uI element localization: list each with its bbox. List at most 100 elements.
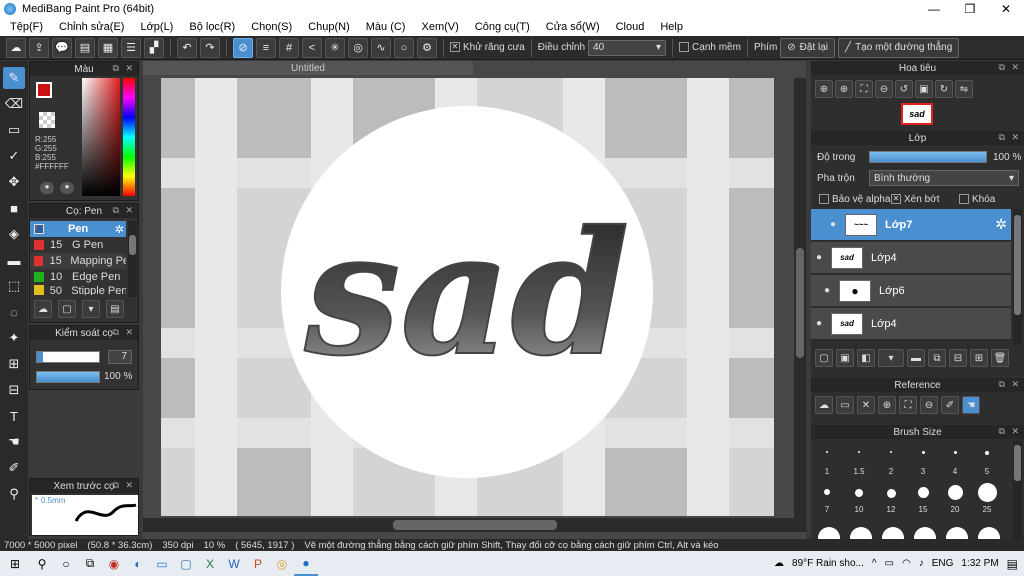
reference-zoom-out-icon[interactable]: ⊖ — [920, 396, 938, 414]
reference-eyedropper-icon[interactable]: ✐ — [941, 396, 959, 414]
eye-icon[interactable]: ● — [819, 285, 835, 296]
folder-icon[interactable]: ▬ — [907, 349, 925, 367]
brush-size-cell[interactable]: 5 — [973, 451, 1001, 476]
snap-settings-icon[interactable]: ⚙ — [417, 37, 437, 58]
circle-snap-icon[interactable]: ◎ — [348, 37, 368, 58]
foreground-color-swatch[interactable] — [36, 82, 52, 98]
medibang-taskbar-icon[interactable]: ● — [294, 551, 318, 576]
brush-size-cell[interactable]: 3 — [909, 451, 937, 476]
dot-tool-icon[interactable]: ✓ — [3, 145, 25, 167]
fit-icon[interactable]: ⛶ — [855, 80, 873, 98]
weather-text[interactable]: 89°F Rain sho... — [792, 558, 864, 569]
canvas-vertical-scrollbar[interactable] — [794, 78, 806, 518]
panel-icon[interactable]: ▤ — [75, 37, 95, 58]
windows-start-icon[interactable]: ⊞ — [0, 551, 30, 576]
brush-size-value[interactable]: 7 — [108, 350, 132, 364]
panel-window-icon[interactable]: ⧉ ✕ — [113, 327, 135, 338]
tiles-icon[interactable]: ▞ — [144, 37, 164, 58]
maximize-button[interactable]: ❐ — [952, 2, 988, 16]
select-eraser-icon[interactable]: ⊟ — [3, 379, 25, 401]
brush-opacity-slider[interactable] — [36, 371, 100, 383]
menu-file[interactable]: Tệp(F) — [2, 21, 51, 33]
layer-settings-icon[interactable]: ⊞ — [970, 349, 988, 367]
chrome-icon[interactable]: ◎ — [270, 551, 294, 576]
menu-color[interactable]: Màu (C) — [358, 21, 414, 33]
brush-size-cell[interactable]: 10 — [845, 489, 873, 514]
ellipse-snap-icon[interactable]: ○ — [394, 37, 414, 58]
panel-window-icon[interactable]: ⧉ ✕ — [999, 62, 1021, 73]
undo-icon[interactable]: ↶ — [177, 37, 197, 58]
cortana-icon[interactable]: ○ — [54, 551, 78, 576]
brush-item[interactable]: 10 Edge Pen — [30, 269, 126, 285]
bucket-icon[interactable]: ◈ — [3, 223, 25, 245]
flip-icon[interactable]: ⇋ — [955, 80, 973, 98]
actual-size-icon[interactable]: ▣ — [915, 80, 933, 98]
close-button[interactable]: ✕ — [988, 2, 1024, 16]
eye-icon[interactable]: ● — [811, 252, 827, 263]
vanish-snap-icon[interactable]: < — [302, 37, 322, 58]
panel-window-icon[interactable]: ⧉ ✕ — [113, 205, 135, 216]
reference-zoom-in-icon[interactable]: ⊕ — [878, 396, 896, 414]
brush-menu-icon[interactable]: ▾ — [82, 300, 100, 318]
monitor-icon[interactable]: ▢ — [174, 551, 198, 576]
brush-size-cell[interactable] — [975, 527, 1003, 539]
brush-list-scrollbar[interactable] — [128, 221, 137, 297]
panel-window-icon[interactable]: ⧉ ✕ — [999, 379, 1021, 390]
smooth-checkbox[interactable]: Cạnh mềm — [679, 42, 741, 53]
brush-size-slider[interactable] — [36, 351, 100, 363]
navigator-thumbnail[interactable]: sad — [901, 103, 933, 125]
brush-size-cell[interactable]: 12 — [877, 489, 905, 514]
merge-layer-icon[interactable]: ⊟ — [949, 349, 967, 367]
cloud-icon[interactable]: ☁ — [6, 37, 26, 58]
menu-capture[interactable]: Chụp(N) — [300, 21, 358, 33]
move-icon[interactable]: ✥ — [3, 171, 25, 193]
menu-filter[interactable]: Bộ lọc(R) — [181, 21, 243, 33]
brush-item[interactable]: / Pen ✲ — [30, 221, 126, 237]
text-icon[interactable]: T — [3, 405, 25, 427]
select-icon[interactable]: ⬚ — [3, 275, 25, 297]
open-folder-icon[interactable]: ▭ — [836, 396, 854, 414]
minimize-button[interactable]: — — [916, 2, 952, 16]
drawing-canvas[interactable]: sad — [161, 78, 774, 516]
cross-snap-icon[interactable]: # — [279, 37, 299, 58]
canvas-tab[interactable]: Untitled — [143, 61, 473, 75]
store-icon[interactable]: ▭ — [150, 551, 174, 576]
gear-icon[interactable]: ✲ — [115, 223, 124, 236]
layer-row[interactable]: ● ~~~ Lớp7 ✲ — [811, 209, 1011, 241]
canvas-horizontal-scrollbar[interactable] — [143, 518, 806, 532]
brush-size-cell[interactable]: 1 — [813, 451, 841, 476]
brush-item[interactable]: 15 Mapping Pe — [30, 253, 126, 269]
eyedropper-icon[interactable]: ✐ — [3, 457, 25, 479]
hand-icon[interactable]: ☚ — [3, 431, 25, 453]
parallel-snap-icon[interactable]: ≡ — [256, 37, 276, 58]
gradient-icon[interactable]: ▬ — [3, 249, 25, 271]
brush-size-cell[interactable] — [943, 527, 971, 539]
redo-icon[interactable]: ↷ — [200, 37, 220, 58]
brush-size-scrollbar[interactable] — [1013, 441, 1022, 539]
no-snap-icon[interactable]: ⊘ — [233, 37, 253, 58]
close-reference-icon[interactable]: ✕ — [857, 396, 875, 414]
gear-icon[interactable]: ✲ — [995, 216, 1007, 233]
layer-row[interactable]: ● ● Lớp6 — [811, 275, 1011, 307]
brush-size-cell[interactable]: 7 — [813, 489, 841, 514]
duplicate-layer-icon[interactable]: ⧉ — [928, 349, 946, 367]
brush-item[interactable]: 50 Stipple Pen — [30, 285, 126, 295]
eye-icon[interactable]: ● — [811, 318, 827, 329]
panel-window-icon[interactable]: ⧉ ✕ — [999, 132, 1021, 143]
reference-fit-icon[interactable]: ⛶ — [899, 396, 917, 414]
notification-icon[interactable]: ▤ — [1007, 557, 1018, 571]
straight-line-button[interactable]: ╱ Tạo một đường thẳng — [838, 37, 960, 58]
brush-size-cell[interactable]: 1.5 — [845, 451, 873, 476]
reference-hand-icon[interactable]: ☚ — [962, 396, 980, 414]
brush-size-cell[interactable]: 20 — [941, 485, 969, 514]
brush-icon[interactable]: ✎ — [3, 67, 25, 89]
zoom-plus-icon[interactable]: ⊕ — [835, 80, 853, 98]
zoom-out-icon[interactable]: ⊖ — [875, 80, 893, 98]
rectangle-icon[interactable]: ▭ — [3, 119, 25, 141]
clock[interactable]: 1:32 PM — [961, 558, 998, 569]
menu-view[interactable]: Xem(V) — [413, 21, 466, 33]
brush-size-cell[interactable]: 4 — [941, 451, 969, 476]
brush-size-cell[interactable]: 15 — [909, 487, 937, 514]
menu-help[interactable]: Help — [652, 21, 691, 33]
battery-icon[interactable]: ▭ — [885, 558, 894, 569]
